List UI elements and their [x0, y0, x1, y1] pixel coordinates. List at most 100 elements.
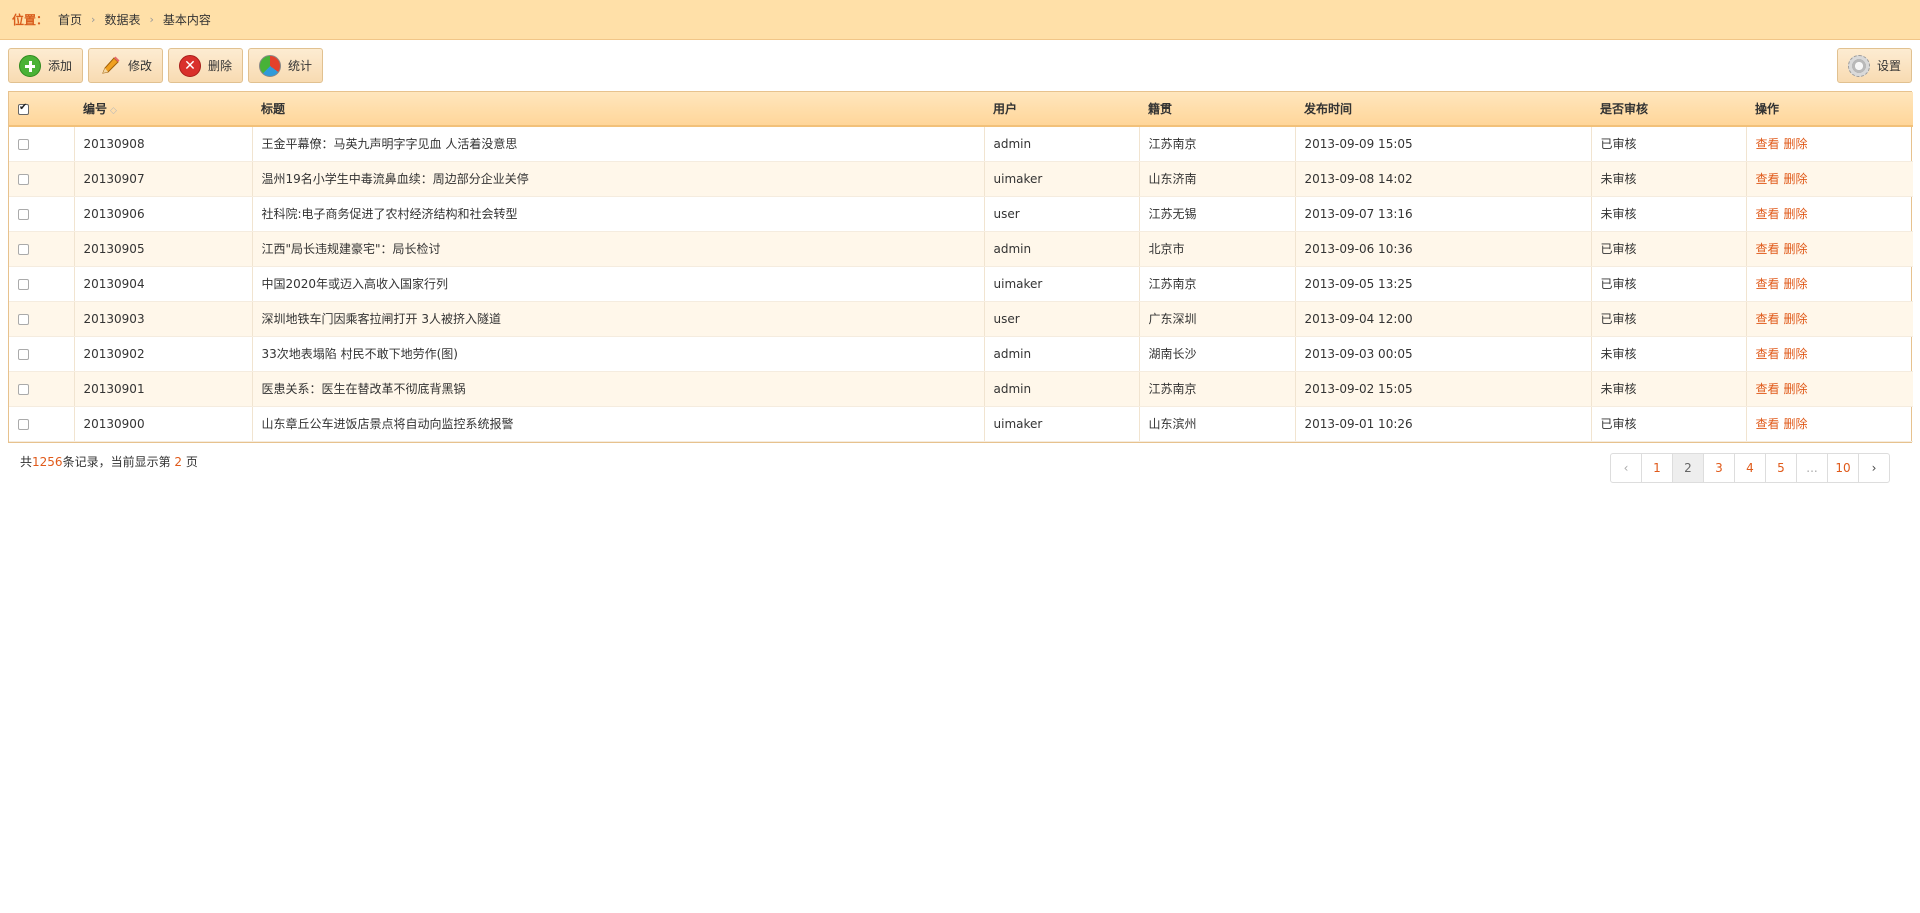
- edit-button-label: 修改: [128, 59, 153, 73]
- cell-title: 山东章丘公车进饭店景点将自动向监控系统报警: [251, 406, 984, 442]
- cell-time: 2013-09-03 00:05: [1294, 336, 1591, 372]
- view-link[interactable]: 查看: [1756, 312, 1780, 326]
- row-checkbox[interactable]: [18, 278, 29, 290]
- cell-status: 未审核: [1590, 371, 1746, 407]
- page-ellipsis[interactable]: ...: [1796, 453, 1828, 483]
- delete-button[interactable]: ✕ 删除: [168, 48, 243, 83]
- total-records: 1256: [32, 455, 63, 469]
- column-header-origin: 籍贯: [1139, 92, 1295, 127]
- next-page-button[interactable]: ›: [1858, 453, 1890, 483]
- delete-link[interactable]: 删除: [1784, 382, 1808, 396]
- row-checkbox[interactable]: [18, 173, 29, 185]
- cell-id: 20130901: [73, 371, 252, 407]
- page-link[interactable]: 3: [1703, 453, 1735, 483]
- cell-origin: 江苏无锡: [1138, 196, 1295, 232]
- column-header-id-label: 编号: [83, 102, 108, 116]
- page-link[interactable]: 1: [1641, 453, 1673, 483]
- row-select-cell: [9, 371, 74, 407]
- cell-title: 中国2020年或迈入高收入国家行列: [251, 266, 984, 302]
- view-link[interactable]: 查看: [1756, 347, 1780, 361]
- delete-link[interactable]: 删除: [1784, 137, 1808, 151]
- breadcrumb-home-link[interactable]: 首页: [58, 11, 82, 28]
- cell-title: 社科院:电子商务促进了农村经济结构和社会转型: [251, 196, 984, 232]
- row-checkbox[interactable]: [18, 418, 29, 430]
- add-button[interactable]: 添加: [8, 48, 83, 83]
- row-checkbox[interactable]: [18, 208, 29, 220]
- cell-title: 深圳地铁车门因乘客拉闸打开 3人被挤入隧道: [251, 301, 984, 337]
- settings-button[interactable]: 设置: [1837, 48, 1912, 83]
- page-link[interactable]: 10: [1827, 453, 1859, 483]
- table-row: 20130903 深圳地铁车门因乘客拉闸打开 3人被挤入隧道 user 广东深圳 201…: [9, 301, 1913, 337]
- column-header-time: 发布时间: [1295, 92, 1591, 127]
- row-select-cell: [9, 301, 74, 337]
- breadcrumb-current: 基本内容: [162, 13, 211, 27]
- breadcrumb: 位置： 首页 › 数据表 › 基本内容: [0, 0, 1920, 40]
- page-link[interactable]: 4: [1734, 453, 1766, 483]
- breadcrumb-separator-icon: ›: [91, 13, 96, 26]
- select-all-checkbox[interactable]: [18, 102, 29, 115]
- delete-x-icon: ✕: [179, 54, 201, 77]
- row-select-cell: [9, 336, 74, 372]
- column-header-status: 是否审核: [1591, 92, 1746, 127]
- row-select-cell: [9, 196, 74, 232]
- prev-page-button[interactable]: ‹: [1610, 453, 1642, 483]
- delete-link[interactable]: 删除: [1784, 207, 1808, 221]
- breadcrumb-datatable-link[interactable]: 数据表: [104, 11, 140, 28]
- settings-button-label: 设置: [1877, 59, 1902, 73]
- cell-origin: 湖南长沙: [1138, 336, 1295, 372]
- delete-link[interactable]: 删除: [1784, 277, 1808, 291]
- view-link[interactable]: 查看: [1756, 242, 1780, 256]
- cell-time: 2013-09-04 12:00: [1294, 301, 1591, 337]
- row-checkbox[interactable]: [18, 138, 29, 150]
- sort-icon[interactable]: ◇: [110, 106, 117, 116]
- page-link[interactable]: 2: [1672, 453, 1704, 483]
- cell-origin: 山东济南: [1138, 161, 1295, 197]
- breadcrumb-label: 位置：: [12, 13, 49, 27]
- cell-time: 2013-09-02 15:05: [1294, 371, 1591, 407]
- delete-link[interactable]: 删除: [1784, 417, 1808, 431]
- table-row: 20130907 温州19名小学生中毒流鼻血续：周边部分企业关停 uimaker 山东…: [9, 161, 1913, 197]
- cell-id: 20130905: [73, 231, 252, 267]
- row-select-cell: [9, 406, 74, 442]
- stats-button[interactable]: 统计: [248, 48, 323, 83]
- table-row: 20130900 山东章丘公车进饭店景点将自动向监控系统报警 uimaker 山东滨州…: [9, 406, 1913, 442]
- summary-suffix: 页: [185, 455, 198, 469]
- select-all-cell: [9, 92, 74, 127]
- cell-origin: 北京市: [1138, 231, 1295, 267]
- view-link[interactable]: 查看: [1756, 172, 1780, 186]
- row-checkbox[interactable]: [18, 243, 29, 255]
- delete-link[interactable]: 删除: [1784, 347, 1808, 361]
- add-button-label: 添加: [48, 59, 73, 73]
- cell-origin: 江苏南京: [1138, 126, 1295, 162]
- row-select-cell: [9, 231, 74, 267]
- view-link[interactable]: 查看: [1756, 137, 1780, 151]
- cell-status: 未审核: [1590, 336, 1746, 372]
- view-link[interactable]: 查看: [1756, 207, 1780, 221]
- row-checkbox[interactable]: [18, 348, 29, 360]
- cell-actions: 查看 删除: [1745, 371, 1913, 407]
- view-link[interactable]: 查看: [1756, 417, 1780, 431]
- column-header-id[interactable]: 编号 ◇: [74, 92, 252, 127]
- cell-actions: 查看 删除: [1745, 406, 1913, 442]
- record-summary: 共1256条记录，当前显示第 2 页: [20, 453, 198, 470]
- page-link[interactable]: 5: [1765, 453, 1797, 483]
- row-checkbox[interactable]: [18, 383, 29, 395]
- row-checkbox[interactable]: [18, 313, 29, 325]
- cell-id: 20130900: [73, 406, 252, 442]
- view-link[interactable]: 查看: [1756, 382, 1780, 396]
- delete-link[interactable]: 删除: [1784, 312, 1808, 326]
- cell-time: 2013-09-05 13:25: [1294, 266, 1591, 302]
- edit-button[interactable]: 修改: [88, 48, 163, 83]
- cell-actions: 查看 删除: [1745, 231, 1913, 267]
- cell-user: user: [983, 196, 1139, 232]
- delete-link[interactable]: 删除: [1784, 172, 1808, 186]
- table-row: 20130905 江西"局长违规建豪宅"：局长检讨 admin 北京市 2013-09-…: [9, 231, 1913, 267]
- data-table: 编号◇ 标题 用户 籍贯 发布时间 是否审核 操作 20130908王金平幕僚：…: [8, 91, 1913, 443]
- summary-prefix: 共: [20, 455, 33, 469]
- cell-actions: 查看 删除: [1745, 196, 1913, 232]
- cell-status: 已审核: [1590, 301, 1746, 337]
- cell-status: 已审核: [1590, 126, 1746, 162]
- view-link[interactable]: 查看: [1756, 277, 1780, 291]
- cell-user: admin: [983, 126, 1139, 162]
- delete-link[interactable]: 删除: [1784, 242, 1808, 256]
